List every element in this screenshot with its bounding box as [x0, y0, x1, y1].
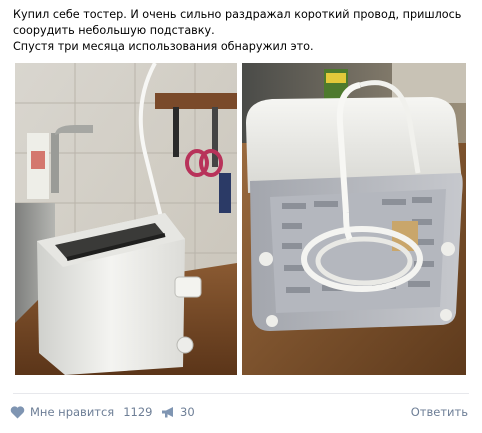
like-button[interactable]: Мне нравится 1129 [10, 405, 153, 419]
like-label: Мне нравится [30, 405, 115, 419]
toaster-counter-image [15, 63, 237, 375]
toaster-underside-image [242, 63, 466, 375]
post-text-line: Купил себе тостер. И очень сильно раздра… [13, 8, 462, 21]
post-text-line: Спустя три месяца использования обнаружи… [13, 40, 314, 53]
wall-post: Купил себе тостер. И очень сильно раздра… [0, 0, 482, 433]
megaphone-icon [161, 406, 175, 419]
like-count: 1129 [123, 405, 153, 419]
reply-link[interactable]: Ответить [411, 405, 468, 419]
share-count: 30 [180, 405, 195, 419]
post-text: Купил себе тостер. И очень сильно раздра… [13, 7, 475, 55]
photo-toaster-counter[interactable] [15, 63, 237, 375]
post-actions: Мне нравится 1129 30 Ответить [10, 405, 468, 425]
photo-toaster-underside[interactable] [242, 63, 466, 375]
footer-divider [13, 393, 469, 394]
share-button[interactable]: 30 [161, 405, 195, 419]
heart-icon [10, 405, 25, 419]
post-text-line: соорудить небольшую подставку. [13, 24, 215, 37]
